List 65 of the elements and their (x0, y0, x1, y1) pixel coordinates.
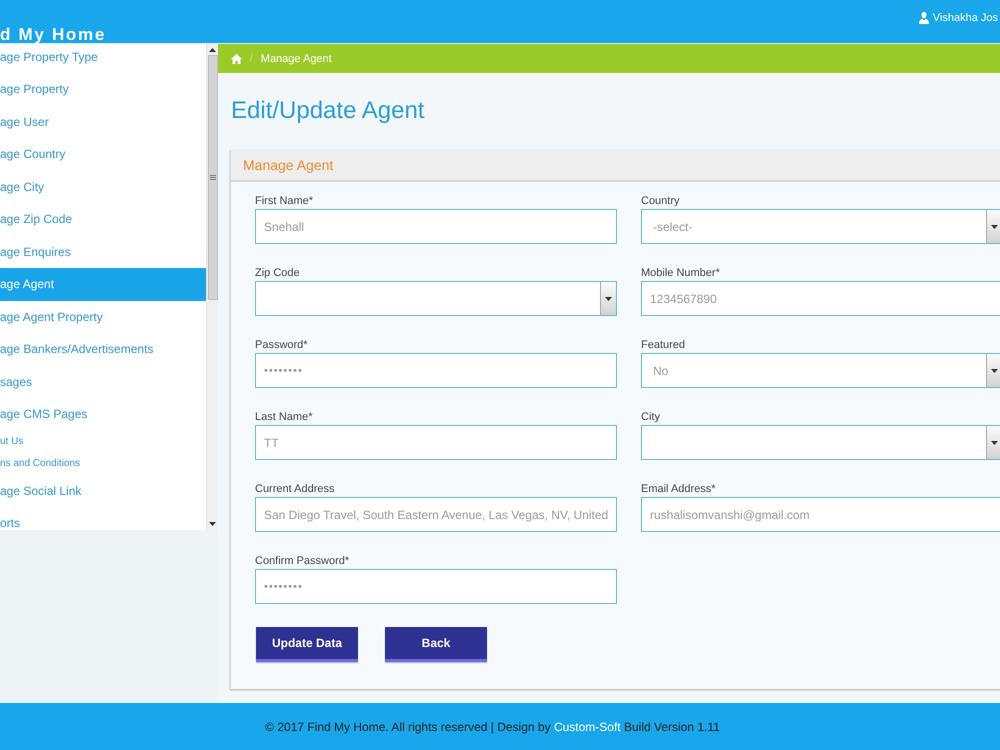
dropdown-button[interactable] (986, 426, 1000, 459)
sidebar-item[interactable]: age Enquires (0, 236, 206, 268)
footer-text: © 2017 Find My Home. All rights reserved | Design by Custom-Soft Build Version 1.11 (265, 720, 720, 734)
select-field[interactable] (641, 425, 1000, 460)
sidebar-item[interactable]: age User (0, 106, 206, 138)
sidebar-item[interactable]: age CMS Pages (0, 398, 206, 430)
scroll-up-icon (209, 48, 216, 52)
scroll-down-icon (209, 522, 216, 526)
caret-down-icon (991, 224, 998, 228)
sidebar-subitem[interactable]: ut Us (0, 430, 206, 452)
panel-title: Manage Agent (231, 150, 1000, 182)
dropdown-button[interactable] (986, 210, 1000, 243)
user-menu[interactable]: Vishakha Jos (918, 12, 998, 24)
field-label: Confirm Password* (255, 554, 350, 568)
sidebar-item[interactable]: age Country (0, 138, 206, 170)
select-value: No (653, 362, 668, 380)
text-field[interactable]: Snehall (255, 209, 617, 244)
field-label: Last Name* (255, 410, 314, 424)
dropdown-button[interactable] (600, 282, 616, 315)
field-label: City (641, 410, 661, 424)
select-field[interactable]: No (641, 353, 1000, 388)
text-field[interactable]: rushalisomvanshi@gmail.com (641, 497, 1000, 532)
field-label: Current Address (255, 482, 336, 496)
field-label: Mobile Number* (641, 266, 721, 280)
back-button[interactable]: Back (385, 627, 487, 662)
sidebar-item[interactable]: age Property Type (0, 44, 206, 73)
sidebar-item[interactable]: sages (0, 366, 206, 398)
field-label: Email Address* (641, 482, 717, 496)
select-field[interactable]: -select- (641, 209, 1000, 244)
field-label: Zip Code (255, 266, 301, 280)
breadcrumb-link[interactable]: Manage Agent (260, 52, 332, 64)
dropdown-button[interactable] (986, 354, 1000, 387)
caret-down-icon (605, 296, 612, 300)
grip-icon (210, 175, 216, 180)
user-icon (918, 12, 929, 24)
select-field[interactable] (255, 281, 617, 316)
brand-logo-text: d My Home (0, 26, 106, 43)
text-field[interactable]: TT (255, 425, 617, 460)
sidebar-item[interactable]: age City (0, 170, 206, 203)
scrollbar-thumb[interactable] (208, 55, 218, 300)
text-field[interactable]: 1234567890 (641, 281, 1000, 316)
sidebar-item[interactable]: age Agent Property (0, 300, 206, 333)
caret-down-icon (991, 368, 998, 372)
field-label: Password* (255, 338, 309, 352)
breadcrumb-separator: / (250, 53, 253, 64)
footer-link[interactable]: Custom-Soft (554, 720, 621, 734)
password-field[interactable]: •••••••• (255, 569, 617, 604)
sidebar-item[interactable]: age Agent (0, 268, 206, 300)
sidebar-subitem[interactable]: ns and Conditions (0, 452, 206, 474)
sidebar-item[interactable]: age Property (0, 73, 206, 106)
caret-down-icon (991, 440, 998, 444)
home-icon[interactable] (231, 54, 242, 64)
update-button[interactable]: Update Data (256, 627, 358, 662)
sidebar-item[interactable]: age Bankers/Advertisements (0, 333, 206, 366)
select-value: -select- (653, 218, 692, 236)
field-label: Country (641, 194, 681, 208)
page-title: Edit/Update Agent (231, 97, 426, 125)
sidebar-item[interactable]: orts (0, 507, 206, 530)
sidebar-item[interactable]: age Social Link (0, 474, 206, 507)
text-field[interactable]: San Diego Travel, South Eastern Avenue, Las Vegas, NV, United (255, 497, 617, 532)
password-field[interactable]: •••••••• (255, 353, 617, 388)
sidebar-item[interactable]: age Zip Code (0, 203, 206, 236)
scrollbar[interactable] (206, 44, 218, 530)
field-label: First Name* (255, 194, 314, 208)
field-label: Featured (641, 338, 686, 352)
